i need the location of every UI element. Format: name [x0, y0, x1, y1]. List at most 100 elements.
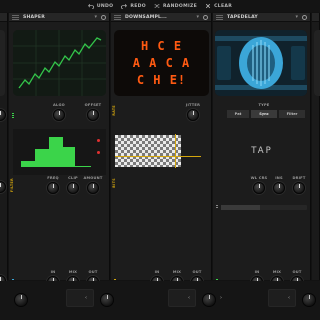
clear-button[interactable]: CLEAR: [205, 3, 232, 9]
left-edge-module: [0, 13, 8, 287]
shaper-module: SHAPER ▾ ALGO OFFSET FILTER FREQ CLIP AM…: [9, 13, 110, 288]
in-label: IN: [50, 270, 56, 274]
side-label: BITS: [112, 178, 116, 188]
drag-handle-icon[interactable]: [114, 15, 121, 20]
display-line: A A C A: [132, 56, 191, 70]
downsampler-module: DOWNSAMPL... ▾ H C E A A C A C H E! JITT…: [111, 13, 212, 288]
redo-icon: [121, 3, 128, 9]
master-knob[interactable]: [14, 293, 28, 307]
amount-knob[interactable]: [87, 182, 99, 194]
randomize-label: RANDOMIZE: [162, 3, 198, 9]
chevron-down-icon[interactable]: ▾: [94, 14, 97, 20]
mix-label: MIX: [68, 270, 78, 274]
mode-indicator: [12, 113, 14, 119]
waveshape-display: [13, 30, 106, 96]
tap-button[interactable]: TAP: [213, 146, 311, 156]
edge-header: [0, 13, 7, 22]
offset-knob[interactable]: [87, 109, 99, 121]
tape-display: [215, 30, 307, 96]
edge-screen: [0, 30, 5, 96]
tapedelay-module: TAPEDELAY ▾ TYPE Pat Sync Filter TAP WL …: [213, 13, 311, 288]
module-header: TAPEDELAY ▾: [213, 13, 310, 22]
slider-fill: [221, 205, 260, 210]
band-dot[interactable]: [97, 139, 100, 142]
clip-knob[interactable]: [67, 182, 79, 194]
type-option-sync[interactable]: Sync: [251, 110, 277, 118]
wl-crs-knob[interactable]: [253, 182, 265, 194]
type-option-filter[interactable]: Filter: [279, 110, 305, 118]
module-title: DOWNSAMPL...: [125, 15, 167, 20]
band-baseline: [21, 166, 91, 167]
edge-knob[interactable]: [0, 109, 6, 121]
undo-button[interactable]: UNDO: [88, 3, 114, 9]
power-icon[interactable]: [302, 15, 307, 20]
wl-crs-label: WL CRS: [250, 176, 268, 180]
pixel-text-display: H C E A A C A C H E!: [114, 30, 209, 96]
prev-icon[interactable]: ‹: [85, 295, 87, 301]
band-display: [13, 129, 106, 175]
drag-handle-icon[interactable]: [216, 15, 223, 20]
drag-handle-icon[interactable]: [12, 15, 19, 20]
side-label: RATE: [112, 105, 116, 116]
ins-knob[interactable]: [273, 182, 285, 194]
drift-label: DRIFT: [292, 176, 306, 180]
undo-label: UNDO: [96, 3, 114, 9]
freq-knob[interactable]: [47, 182, 59, 194]
chevron-down-icon[interactable]: ▾: [295, 14, 298, 20]
band-dot[interactable]: [97, 151, 100, 154]
redo-button[interactable]: REDO: [121, 3, 146, 9]
power-icon[interactable]: [101, 15, 106, 20]
next-icon[interactable]: ›: [220, 295, 222, 301]
waveshape-graph: [13, 30, 106, 96]
drift-knob[interactable]: [293, 182, 305, 194]
module-title: SHAPER: [23, 15, 45, 20]
randomize-button[interactable]: RANDOMIZE: [154, 3, 197, 9]
preset-slot[interactable]: [268, 289, 296, 307]
feedback-slider[interactable]: [221, 205, 307, 210]
preset-slot[interactable]: [66, 289, 94, 307]
type-label: TYPE: [258, 103, 270, 107]
rate-marker[interactable]: [175, 134, 176, 168]
threshold-line[interactable]: [115, 156, 201, 157]
ins-label: INS: [275, 176, 283, 180]
undo-icon: [88, 3, 94, 9]
out-label: OUT: [292, 270, 302, 274]
module-title: TAPEDELAY: [227, 15, 258, 20]
slot-knob[interactable]: [100, 293, 114, 307]
prev-icon[interactable]: ‹: [188, 295, 190, 301]
jitter-label: JITTER: [185, 103, 201, 107]
edge-header: [312, 13, 319, 22]
module-header: SHAPER ▾: [9, 13, 109, 22]
tape-reels-graphic: [215, 30, 307, 96]
power-icon[interactable]: [203, 15, 208, 20]
offset-label: OFFSET: [84, 103, 102, 107]
freq-label: FREQ: [47, 176, 59, 180]
display-line: H C E: [140, 39, 183, 53]
type-option-pat[interactable]: Pat: [227, 110, 249, 118]
clear-label: CLEAR: [214, 3, 233, 9]
clip-label: CLIP: [68, 176, 78, 180]
prev-icon[interactable]: ‹: [288, 295, 290, 301]
slot-knob[interactable]: [302, 293, 316, 307]
chevron-down-icon[interactable]: ▾: [196, 14, 199, 20]
edge-screen: [314, 30, 320, 96]
mix-label: MIX: [172, 270, 182, 274]
filter-side-label: FILTER: [10, 178, 14, 193]
slot-knob[interactable]: [202, 293, 216, 307]
right-edge-module: [312, 13, 320, 280]
algo-label: ALGO: [53, 103, 65, 107]
in-label: IN: [154, 270, 160, 274]
in-label: IN: [254, 270, 260, 274]
preset-slot[interactable]: [168, 289, 196, 307]
mix-label: MIX: [272, 270, 282, 274]
close-icon: [205, 3, 211, 9]
out-label: OUT: [192, 270, 202, 274]
sample-preview: [115, 135, 181, 167]
band-bar[interactable]: [35, 149, 49, 167]
jitter-knob[interactable]: [187, 109, 199, 121]
band-bar[interactable]: [49, 137, 63, 167]
algo-knob[interactable]: [53, 109, 65, 121]
top-toolbar: UNDO REDO RANDOMIZE CLEAR: [0, 0, 320, 12]
edge-knob[interactable]: [0, 181, 6, 193]
band-bar[interactable]: [63, 147, 75, 167]
